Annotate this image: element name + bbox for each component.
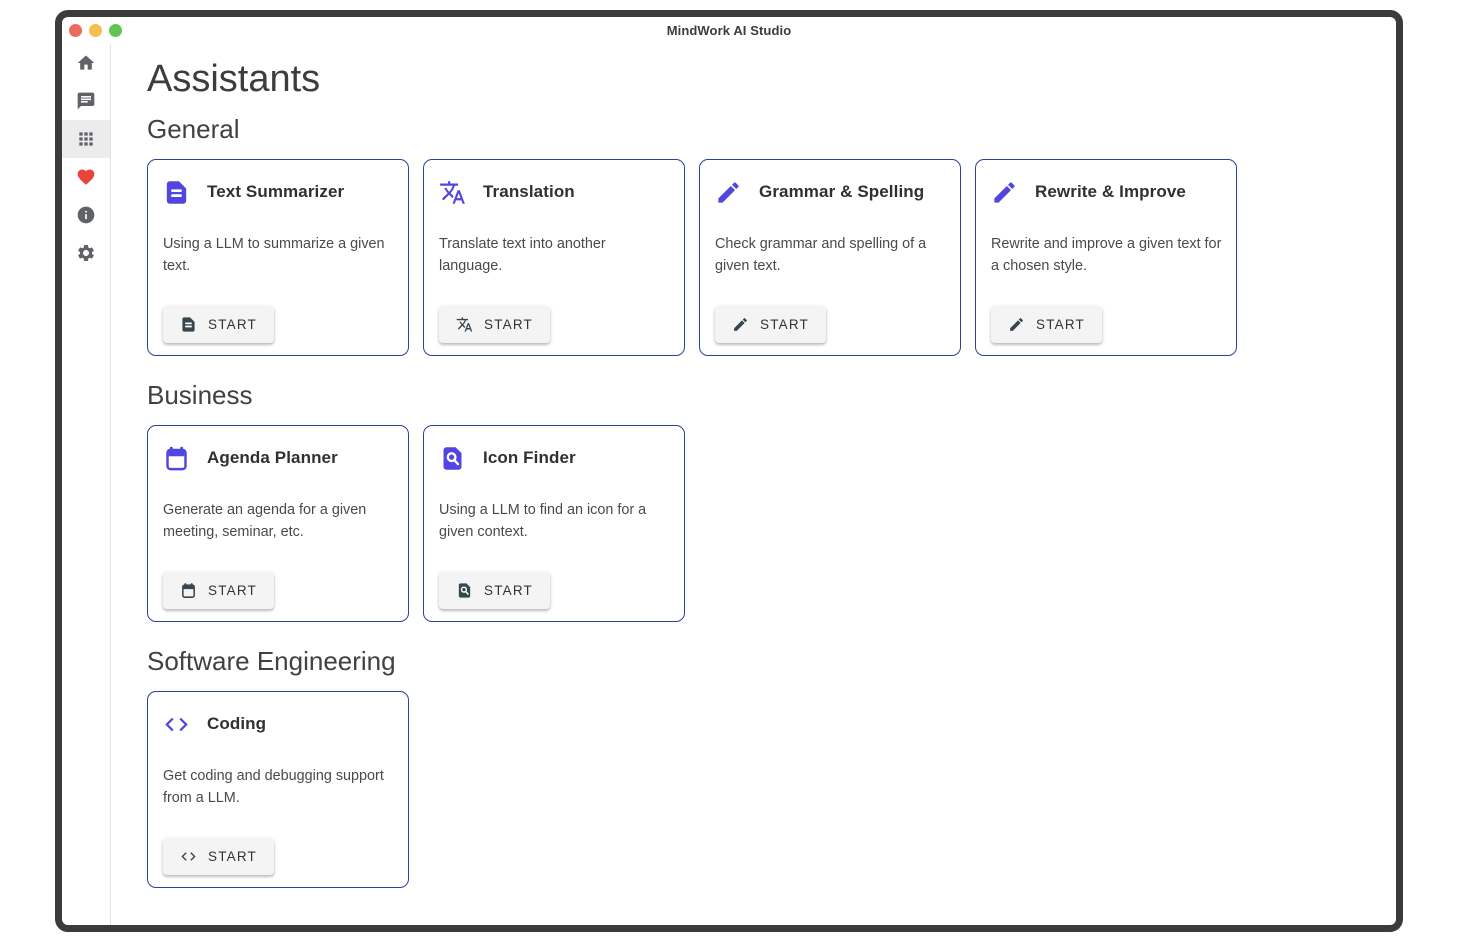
start-button-label: START	[484, 583, 533, 598]
traffic-lights	[69, 24, 122, 37]
card-title: Grammar & Spelling	[759, 182, 924, 202]
card-description: Translate text into another language.	[439, 233, 672, 278]
calendar-icon	[163, 445, 190, 472]
sidebar	[62, 44, 111, 925]
code-icon	[163, 711, 190, 738]
assistant-card-coding: Coding Get coding and debugging support …	[147, 691, 409, 888]
card-title: Translation	[483, 182, 575, 202]
assistant-card-agenda-planner: Agenda Planner Generate an agenda for a …	[147, 425, 409, 622]
start-button-label: START	[484, 317, 533, 332]
code-icon	[180, 848, 197, 865]
sidebar-item-favorites[interactable]	[62, 158, 110, 196]
sidebar-item-home[interactable]	[62, 44, 110, 82]
card-row-general: Text Summarizer Using a LLM to summarize…	[147, 159, 1360, 356]
zoom-button[interactable]	[109, 24, 122, 37]
pencil-icon	[732, 316, 749, 333]
translate-icon	[456, 316, 473, 333]
card-description: Check grammar and spelling of a given te…	[715, 233, 948, 278]
close-button[interactable]	[69, 24, 82, 37]
home-icon	[76, 53, 96, 73]
document-icon	[163, 179, 190, 206]
pencil-icon	[1008, 316, 1025, 333]
section-heading-business: Business	[147, 380, 1360, 411]
section-heading-general: General	[147, 114, 1360, 145]
card-description: Using a LLM to find an icon for a given …	[439, 499, 672, 544]
card-title: Icon Finder	[483, 448, 576, 468]
document-icon	[180, 316, 197, 333]
apps-grid-icon	[76, 129, 96, 149]
card-description: Get coding and debugging support from a …	[163, 765, 396, 810]
start-button-agenda-planner[interactable]: START	[163, 572, 274, 609]
page-title: Assistants	[147, 57, 1360, 103]
translate-icon	[439, 179, 466, 206]
assistant-card-rewrite-improve: Rewrite & Improve Rewrite and improve a …	[975, 159, 1237, 356]
assistant-card-icon-finder: Icon Finder Using a LLM to find an icon …	[423, 425, 685, 622]
calendar-icon	[180, 582, 197, 599]
icon-search-icon	[439, 445, 466, 472]
assistant-card-translation: Translation Translate text into another …	[423, 159, 685, 356]
card-row-business: Agenda Planner Generate an agenda for a …	[147, 425, 1360, 622]
app-window: MindWork AI Studio Assistants	[55, 10, 1403, 932]
pencil-icon	[715, 179, 742, 206]
card-description: Generate an agenda for a given meeting, …	[163, 499, 396, 544]
card-title: Rewrite & Improve	[1035, 182, 1186, 202]
card-description: Rewrite and improve a given text for a c…	[991, 233, 1224, 278]
card-title: Text Summarizer	[207, 182, 344, 202]
start-button-label: START	[208, 317, 257, 332]
assistant-card-grammar-spelling: Grammar & Spelling Check grammar and spe…	[699, 159, 961, 356]
card-description: Using a LLM to summarize a given text.	[163, 233, 396, 278]
start-button-coding[interactable]: START	[163, 838, 274, 875]
start-button-rewrite-improve[interactable]: START	[991, 306, 1102, 343]
window-title: MindWork AI Studio	[667, 23, 792, 38]
start-button-text-summarizer[interactable]: START	[163, 306, 274, 343]
gear-icon	[76, 243, 96, 263]
start-button-label: START	[1036, 317, 1085, 332]
start-button-translation[interactable]: START	[439, 306, 550, 343]
start-button-icon-finder[interactable]: START	[439, 572, 550, 609]
card-title: Agenda Planner	[207, 448, 338, 468]
titlebar: MindWork AI Studio	[62, 17, 1396, 44]
icon-search-icon	[456, 582, 473, 599]
sidebar-item-settings[interactable]	[62, 234, 110, 272]
start-button-grammar-spelling[interactable]: START	[715, 306, 826, 343]
heart-icon	[76, 167, 96, 187]
sidebar-item-chats[interactable]	[62, 82, 110, 120]
info-icon	[76, 205, 96, 225]
start-button-label: START	[208, 583, 257, 598]
card-title: Coding	[207, 714, 266, 734]
minimize-button[interactable]	[89, 24, 102, 37]
pencil-icon	[991, 179, 1018, 206]
sidebar-item-about[interactable]	[62, 196, 110, 234]
start-button-label: START	[208, 849, 257, 864]
section-heading-software-engineering: Software Engineering	[147, 646, 1360, 677]
chat-icon	[76, 91, 96, 111]
start-button-label: START	[760, 317, 809, 332]
sidebar-item-assistants[interactable]	[62, 120, 110, 158]
assistant-card-text-summarizer: Text Summarizer Using a LLM to summarize…	[147, 159, 409, 356]
card-row-software-engineering: Coding Get coding and debugging support …	[147, 691, 1360, 888]
main-content: Assistants General Text Summarizer Using…	[111, 44, 1396, 925]
